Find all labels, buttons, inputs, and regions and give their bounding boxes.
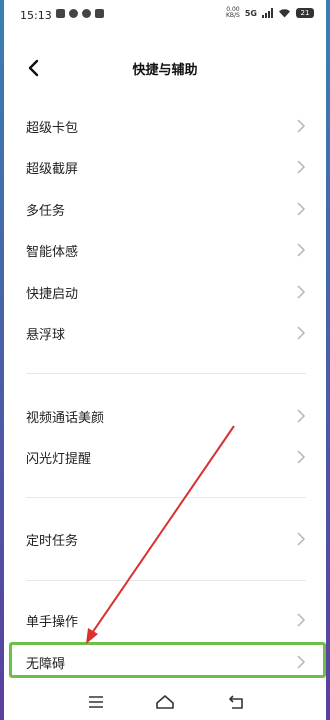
menu-item-multitask[interactable]: 多任务	[4, 189, 326, 229]
chevron-right-icon	[297, 202, 306, 216]
chevron-right-icon	[297, 450, 306, 464]
menu-item-label: 视频通话美颜	[26, 411, 105, 426]
menu-item-super-screenshot[interactable]: 超级截屏	[4, 147, 326, 187]
group-divider	[26, 373, 306, 374]
menu-item-one-hand-mode[interactable]: 单手操作	[4, 600, 326, 640]
message-icon	[82, 9, 91, 18]
image-icon	[56, 9, 65, 18]
navigation-bar	[4, 684, 326, 720]
chevron-right-icon	[297, 243, 306, 257]
net-speed: 0.00 KB/S	[226, 7, 240, 19]
wifi-icon	[279, 9, 290, 18]
battery-level: 21	[300, 9, 310, 17]
menu-item-quick-launch[interactable]: 快捷启动	[4, 272, 326, 312]
phone-screen: 15:13 0.00 KB/S 5G 21 快捷与辅助 超级卡包 超级截屏 多任…	[4, 0, 326, 720]
group-divider	[26, 580, 306, 581]
menu-item-scheduled-task[interactable]: 定时任务	[4, 519, 326, 559]
menu-item-label: 多任务	[26, 204, 66, 219]
menu-item-label: 超级截屏	[26, 162, 79, 177]
chevron-right-icon	[297, 409, 306, 423]
highlight-box	[9, 642, 326, 678]
chevron-right-icon	[297, 160, 306, 174]
page-title: 快捷与辅助	[132, 63, 198, 78]
menu-item-label: 超级卡包	[26, 121, 79, 136]
status-time: 15:13	[20, 9, 52, 22]
menu-item-label: 定时任务	[26, 534, 79, 549]
device-frame-right	[326, 0, 330, 720]
mail-icon	[95, 9, 104, 18]
back-icon[interactable]	[224, 690, 248, 714]
page-header: 快捷与辅助	[4, 50, 326, 86]
battery-icon: 21	[296, 8, 314, 18]
menu-item-flash-reminder[interactable]: 闪光灯提醒	[4, 437, 326, 477]
notification-icons	[56, 9, 104, 18]
signal-icon	[262, 8, 273, 18]
menu-item-label: 智能体感	[26, 245, 79, 260]
net-speed-unit: KB/S	[225, 12, 240, 19]
chevron-right-icon	[297, 613, 306, 627]
menu-item-label: 闪光灯提醒	[26, 452, 92, 467]
menu-item-smart-motion[interactable]: 智能体感	[4, 230, 326, 270]
status-bar: 15:13 0.00 KB/S 5G 21	[4, 0, 326, 32]
menu-item-label: 悬浮球	[26, 328, 66, 343]
home-icon[interactable]	[153, 690, 177, 714]
menu-icon[interactable]	[84, 690, 108, 714]
chevron-right-icon	[297, 532, 306, 546]
menu-item-super-card[interactable]: 超级卡包	[4, 106, 326, 146]
group-divider	[26, 497, 306, 498]
chevron-right-icon	[297, 119, 306, 133]
menu-item-video-call-beauty[interactable]: 视频通话美颜	[4, 396, 326, 436]
menu-item-label: 快捷启动	[26, 287, 79, 302]
status-indicators: 0.00 KB/S 5G 21	[226, 7, 314, 19]
chevron-right-icon	[297, 285, 306, 299]
network-type: 5G	[244, 8, 257, 18]
menu-item-floating-ball[interactable]: 悬浮球	[4, 313, 326, 353]
wechat-icon	[69, 9, 78, 18]
chevron-right-icon	[297, 326, 306, 340]
menu-item-label: 单手操作	[26, 615, 79, 630]
